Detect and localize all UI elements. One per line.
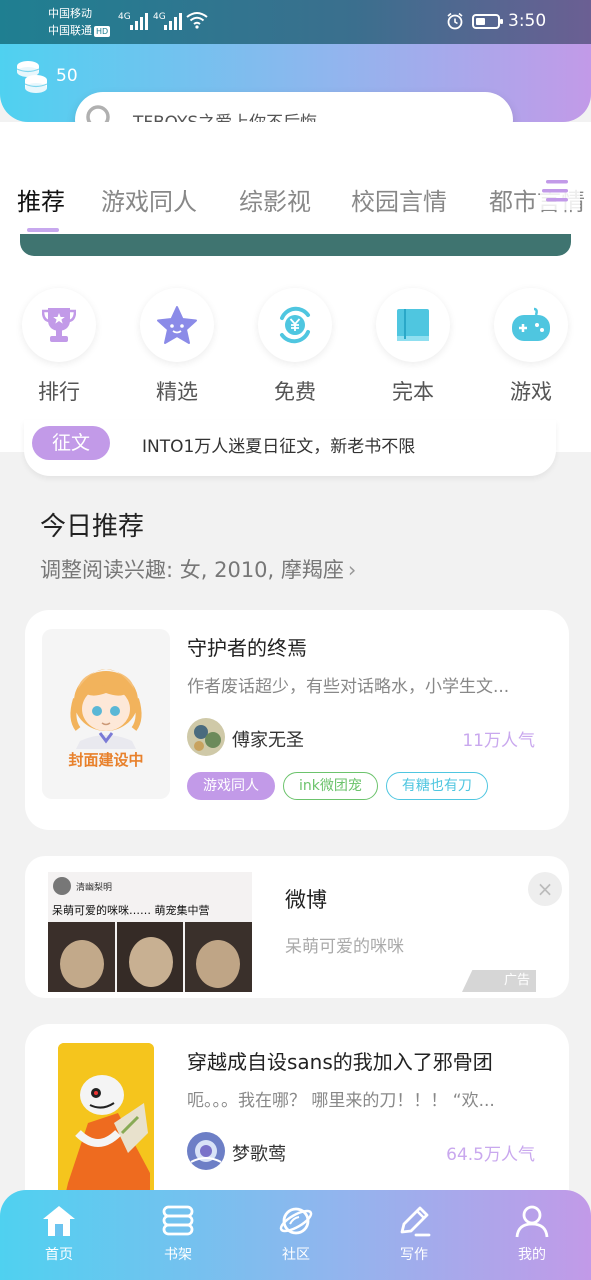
book-description: 作者废话超少，有些对话略水，小学生文... — [187, 677, 510, 697]
menu-icon[interactable] — [540, 176, 580, 210]
close-icon[interactable]: × — [528, 872, 562, 906]
nav-label: 首页 — [45, 1247, 73, 1263]
category-complete[interactable]: 完本 — [368, 288, 458, 406]
category-featured[interactable]: 精选 — [132, 288, 222, 406]
cover-placeholder-text: 封面建设中 — [68, 751, 144, 769]
tab-game-fanfic[interactable]: 游戏同人 — [101, 182, 197, 217]
nav-bookshelf[interactable]: 书架 — [138, 1204, 218, 1264]
book-title: 穿越成自设sans的我加入了邪骨团 — [187, 1050, 493, 1074]
nav-community[interactable]: 社区 — [256, 1204, 336, 1264]
ad-image-caption: 呆萌可爱的咪咪…… 萌宠集中营 — [52, 904, 210, 917]
carrier-1: 中国移动 — [48, 7, 92, 20]
ad-image: 清幽梨明 呆萌可爱的咪咪…… 萌宠集中营 — [48, 872, 252, 992]
status-bar: 中国移动 中国联通 HD 4G 4G 3:50 — [0, 0, 591, 44]
coins-icon[interactable] — [14, 58, 50, 94]
home-icon — [43, 1206, 75, 1236]
bookshelf-icon — [162, 1205, 194, 1236]
notice-text: INTO1万人迷夏日征文，新老书不限 — [142, 437, 416, 457]
gamepad-icon — [494, 288, 568, 362]
notice-tag: 征文 — [32, 426, 110, 460]
book-tags: 游戏同人 ink微团宠 有糖也有刀 — [187, 772, 496, 800]
chevron-right-icon: › — [347, 558, 357, 582]
trophy-icon — [22, 288, 96, 362]
carrier-info: 中国移动 中国联通 HD — [48, 5, 111, 39]
book-title: 守护者的终焉 — [187, 636, 307, 660]
coin-count: 50 — [56, 66, 78, 86]
category-free[interactable]: 免费 — [250, 288, 340, 406]
nav-write[interactable]: 写作 — [374, 1204, 454, 1264]
category-label: 完本 — [392, 380, 434, 404]
tag-game-fanfic[interactable]: 游戏同人 — [187, 772, 275, 800]
ad-description: 呆萌可爱的咪咪 — [285, 937, 404, 957]
author-name: 傅家无圣 — [232, 730, 304, 751]
category-ranking[interactable]: 排行 — [14, 288, 104, 406]
category-label: 免费 — [274, 380, 316, 404]
profile-icon — [515, 1205, 549, 1238]
tab-recommend[interactable]: 推荐 — [17, 182, 65, 217]
category-label: 游戏 — [510, 380, 552, 404]
alarm-icon — [447, 12, 463, 30]
cover-illustration-image — [58, 1043, 154, 1209]
section-title: 今日推荐 — [40, 512, 145, 542]
nav-label: 社区 — [282, 1247, 310, 1263]
tab-campus-romance[interactable]: 校园言情 — [351, 182, 447, 217]
signal-icon-2 — [164, 12, 182, 30]
ad-card[interactable]: 清幽梨明 呆萌可爱的咪咪…… 萌宠集中营 微博 呆萌可爱的咪咪 × 广告 — [25, 856, 569, 998]
author-avatar — [187, 718, 225, 756]
bottom-navigation: 首页 书架 社区 写作 我的 — [0, 1190, 591, 1280]
author-avatar — [187, 1132, 225, 1170]
ad-title: 微博 — [285, 888, 327, 912]
nav-label: 书架 — [164, 1247, 192, 1263]
reading-interest-text: 调整阅读兴趣: 女, 2010, 摩羯座 — [40, 558, 344, 582]
category-label: 精选 — [156, 380, 198, 404]
author-name: 梦歌莺 — [232, 1144, 286, 1165]
banner-carousel[interactable] — [20, 234, 571, 256]
ad-image-user: 清幽梨明 — [76, 883, 113, 893]
cover-placeholder-image — [70, 669, 142, 749]
popularity: 11万人气 — [462, 731, 535, 751]
tag-ink[interactable]: ink微团宠 — [283, 772, 378, 800]
nav-label: 写作 — [400, 1247, 428, 1263]
popularity: 64.5万人气 — [446, 1145, 535, 1165]
network-type-1: 4G — [118, 12, 131, 22]
carrier-2: 中国联通 — [48, 24, 92, 37]
nav-label: 我的 — [518, 1247, 546, 1263]
nav-profile[interactable]: 我的 — [492, 1204, 572, 1264]
ad-label: 广告 — [462, 970, 536, 992]
book-card[interactable]: 封面建设中 守护者的终焉 作者废话超少，有些对话略水，小学生文... 傅家无圣 … — [25, 610, 569, 830]
category-label: 排行 — [38, 380, 80, 404]
active-tab-indicator — [27, 228, 59, 232]
battery-icon — [472, 14, 503, 29]
contest-notice[interactable]: 征文 INTO1万人迷夏日征文，新老书不限 — [24, 420, 556, 476]
tab-film-tv[interactable]: 综影视 — [239, 182, 311, 217]
reading-interest-link[interactable]: 调整阅读兴趣: 女, 2010, 摩羯座 › — [40, 554, 356, 584]
category-tabs: 推荐 游戏同人 综影视 校园言情 都市言情 — [0, 176, 591, 226]
book-cover — [58, 1043, 154, 1209]
planet-icon — [279, 1207, 313, 1235]
category-games[interactable]: 游戏 — [486, 288, 576, 406]
signal-icon — [130, 12, 148, 30]
book-icon — [376, 288, 450, 362]
wifi-icon — [186, 12, 208, 29]
book-cover: 封面建设中 — [42, 629, 170, 799]
pen-icon — [400, 1206, 431, 1237]
clock: 3:50 — [508, 11, 547, 31]
tag-sweet-and-angst[interactable]: 有糖也有刀 — [385, 772, 488, 800]
hd-badge: HD — [94, 25, 111, 37]
book-description: 呃。。。我在哪？ 哪里来的刀！！！ “欢... — [187, 1091, 495, 1111]
nav-home[interactable]: 首页 — [19, 1204, 99, 1264]
star-icon — [140, 288, 214, 362]
free-yen-icon — [258, 288, 332, 362]
